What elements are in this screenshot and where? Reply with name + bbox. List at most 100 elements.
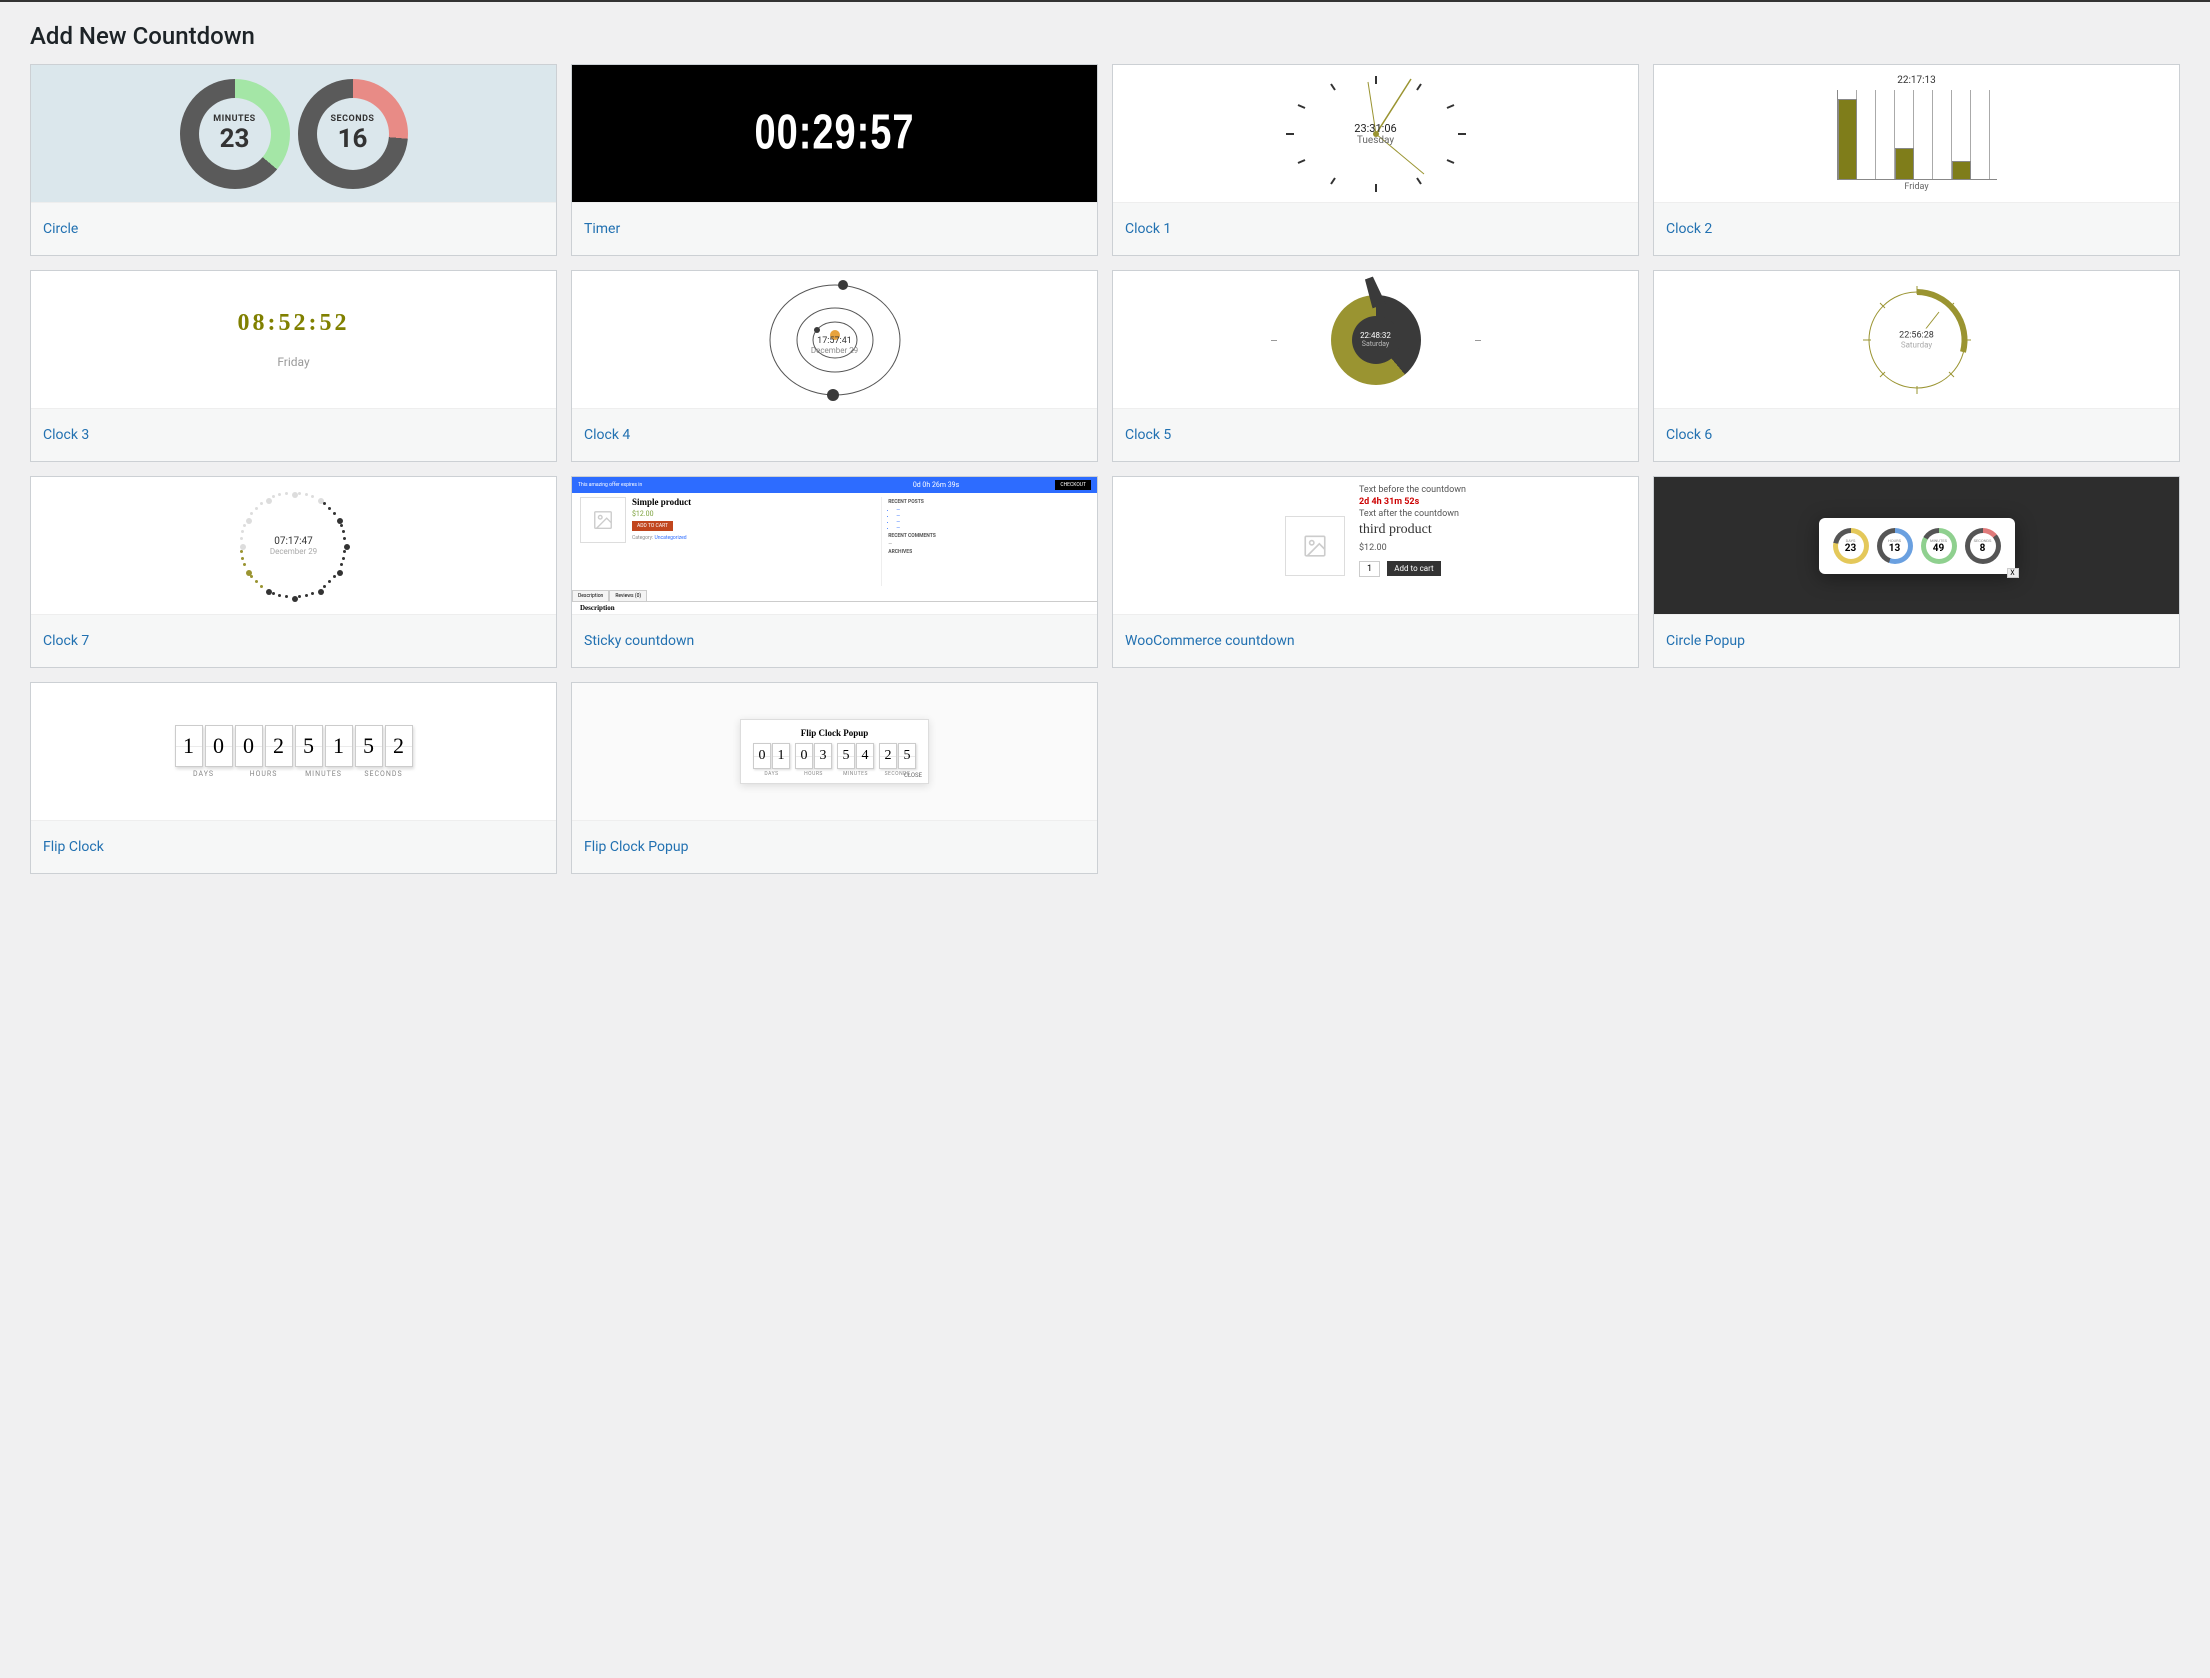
minutes-value: 23 (220, 124, 250, 154)
tab-description: Description (572, 590, 609, 601)
flip-digit: 5 (898, 743, 916, 769)
card-clock6-label: Clock 6 (1654, 409, 2179, 461)
clock3-time: 08:52:52 (238, 310, 350, 337)
card-clock2-label: Clock 2 (1654, 203, 2179, 255)
card-sticky[interactable]: This amazing offer expires in 0d 0h 26m … (571, 476, 1098, 668)
sticky-bar-time: 0d 0h 26m 39s (817, 481, 1056, 489)
card-clock1-label: Clock 1 (1113, 203, 1638, 255)
image-placeholder-icon (1285, 516, 1345, 576)
woo-countdown: 2d 4h 31m 52s (1359, 497, 1466, 507)
card-timer[interactable]: 00:29:57 Timer (571, 64, 1098, 256)
card-woo-label: WooCommerce countdown (1113, 615, 1638, 667)
page-title: Add New Countdown (30, 22, 2180, 50)
ring-minutes: MINUTES 23 (180, 79, 290, 189)
popup-modal: DAYS23 HOURS13 MINUTES49 SECONDS8 X (1819, 518, 2015, 574)
thumb-clock5: 22:48:32 Saturday (1113, 271, 1638, 409)
flip-digit: 2 (265, 725, 293, 767)
card-clock7-label: Clock 7 (31, 615, 556, 667)
popup-ring-seconds: SECONDS8 (1965, 528, 2001, 564)
card-clock5[interactable]: 22:48:32 Saturday Clock 5 (1112, 270, 1639, 462)
woo-text-after: Text after the countdown (1359, 509, 1466, 519)
checkout-button: CHECKOUT (1055, 480, 1091, 490)
card-circle[interactable]: MINUTES 23 SECONDS 16 Circle (30, 64, 557, 256)
card-circle-label: Circle (31, 203, 556, 255)
thumb-clock1: 23:31:06 Tuesday (1113, 65, 1638, 203)
flip-digit: 0 (235, 725, 263, 767)
flip-digit: 2 (879, 743, 897, 769)
flip-digit: 0 (205, 725, 233, 767)
sticky-bar-text: This amazing offer expires in (578, 482, 817, 488)
hours-label: HOURS (804, 771, 823, 777)
thumb-circle: MINUTES 23 SECONDS 16 (31, 65, 556, 203)
card-flip-popup[interactable]: Flip Clock Popup 0 1 DAYS 0 3 (571, 682, 1098, 874)
thumb-flip-popup: Flip Clock Popup 0 1 DAYS 0 3 (572, 683, 1097, 821)
clock6-center-text: 22:56:28 Saturday (1895, 328, 1938, 351)
card-clock6[interactable]: 22:56:28 Saturday Clock 6 (1653, 270, 2180, 462)
seconds-value: 8 (1980, 543, 1986, 554)
minutes-label: MINUTES (843, 771, 868, 777)
minutes-label: MINUTES (305, 770, 342, 778)
popup-title: Flip Clock Popup (753, 728, 916, 738)
clock4-date: December 29 (811, 346, 858, 355)
description-heading: Description (572, 602, 1097, 614)
close-button: CLOSE (904, 772, 922, 779)
thumb-clock7: 07:17:47 December 29 (31, 477, 556, 615)
popup-ring-days: DAYS23 (1833, 528, 1869, 564)
thumb-clock2: 22:17:13 Friday (1654, 65, 2179, 203)
clock7-center-text: 07:17:47 December 29 (270, 536, 317, 556)
sticky-product-title: Simple product (632, 497, 691, 507)
clock1-day: Tuesday (1354, 135, 1396, 146)
card-circle-popup-label: Circle Popup (1654, 615, 2179, 667)
close-icon: X (2007, 568, 2019, 578)
flip-digit: 2 (385, 725, 413, 767)
card-sticky-label: Sticky countdown (572, 615, 1097, 667)
popup-modal: Flip Clock Popup 0 1 DAYS 0 3 (740, 719, 929, 784)
thumb-clock3: 08:52:52 Friday (31, 271, 556, 409)
card-clock1[interactable]: 23:31:06 Tuesday Clock 1 (1112, 64, 1639, 256)
clock2-day: Friday (1904, 182, 1928, 192)
countdown-type-grid: MINUTES 23 SECONDS 16 Circle 00:29:57 Ti… (30, 64, 2180, 874)
category-value: Uncategorized (655, 535, 687, 541)
days-value: 23 (1845, 543, 1856, 554)
clock5-time: 22:48:32 (1360, 331, 1391, 340)
thumb-sticky: This amazing offer expires in 0d 0h 26m … (572, 477, 1097, 615)
seconds-label: SECONDS (364, 770, 402, 778)
card-clock2[interactable]: 22:17:13 Friday Clock 2 (1653, 64, 2180, 256)
ring-seconds: SECONDS 16 (298, 79, 408, 189)
flip-digit: 3 (814, 743, 832, 769)
flip-digit: 5 (355, 725, 383, 767)
woo-text-before: Text before the countdown (1359, 485, 1466, 495)
days-label: DAYS (193, 770, 214, 778)
timer-display: 00:29:57 (754, 106, 914, 162)
card-flip-clock-label: Flip Clock (31, 821, 556, 873)
card-woo[interactable]: Text before the countdown 2d 4h 31m 52s … (1112, 476, 1639, 668)
thumb-timer: 00:29:57 (572, 65, 1097, 203)
card-flip-clock[interactable]: 1 0 DAYS 0 2 HOURS 5 1 MINUTES (30, 682, 557, 874)
thumb-clock6: 22:56:28 Saturday (1654, 271, 2179, 409)
card-clock7[interactable]: 07:17:47 December 29 Clock 7 (30, 476, 557, 668)
archives-heading: ARCHIVES (888, 549, 1089, 555)
tab-reviews: Reviews (0) (609, 590, 647, 601)
flip-digit: 5 (295, 725, 323, 767)
card-flip-popup-label: Flip Clock Popup (572, 821, 1097, 873)
card-clock4[interactable]: 17:57:41 December 29 Clock 4 (571, 270, 1098, 462)
clock1-time: 23:31:06 (1354, 122, 1396, 135)
popup-ring-minutes: MINUTES49 (1921, 528, 1957, 564)
recent-posts-list: ———— (896, 507, 1089, 531)
minutes-label: MINUTES (213, 114, 255, 124)
thumb-woo: Text before the countdown 2d 4h 31m 52s … (1113, 477, 1638, 615)
days-label: DAYS (764, 771, 778, 777)
clock7-date: December 29 (270, 547, 317, 556)
card-clock3[interactable]: 08:52:52 Friday Clock 3 (30, 270, 557, 462)
hours-label: HOURS (250, 770, 278, 778)
seconds-value: 16 (338, 124, 368, 154)
clock5-day: Saturday (1362, 340, 1389, 348)
thumb-circle-popup: DAYS23 HOURS13 MINUTES49 SECONDS8 X (1654, 477, 2179, 615)
flip-digit: 5 (837, 743, 855, 769)
flip-digit: 1 (772, 743, 790, 769)
pie-clock-icon: 22:48:32 Saturday (1331, 295, 1421, 385)
clock4-center-text: 17:57:41 December 29 (811, 336, 858, 355)
card-circle-popup[interactable]: DAYS23 HOURS13 MINUTES49 SECONDS8 X Circ… (1653, 476, 2180, 668)
clock6-day: Saturday (1899, 340, 1934, 349)
category-label: Category: (632, 535, 653, 541)
